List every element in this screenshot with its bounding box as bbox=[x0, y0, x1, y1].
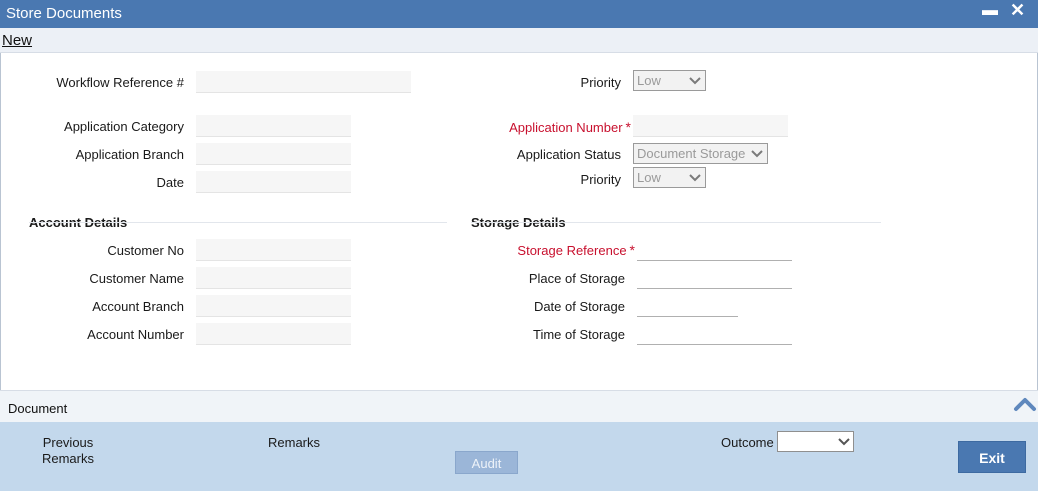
required-marker: * bbox=[629, 242, 635, 258]
storage-reference-label-text: Storage Reference bbox=[517, 243, 627, 258]
customer-no-field[interactable] bbox=[196, 239, 351, 261]
application-category-label: Application Category bbox=[64, 119, 184, 134]
audit-button[interactable]: Audit bbox=[455, 451, 518, 474]
application-branch-field[interactable] bbox=[196, 143, 351, 165]
previous-remarks-button[interactable]: Previous Remarks bbox=[30, 435, 106, 467]
account-number-label: Account Number bbox=[87, 327, 184, 342]
application-status-select[interactable]: Document Storage bbox=[633, 143, 768, 164]
new-link[interactable]: New bbox=[2, 32, 32, 49]
time-of-storage-label: Time of Storage bbox=[532, 327, 625, 342]
priority-label: Priority bbox=[580, 172, 621, 187]
workflow-reference-label: Workflow Reference # bbox=[56, 75, 184, 90]
previous-remarks-line2: Remarks bbox=[41, 451, 94, 466]
chevron-up-icon[interactable] bbox=[1013, 394, 1037, 414]
storage-reference-input[interactable] bbox=[637, 239, 792, 261]
place-of-storage-label: Place of Storage bbox=[528, 271, 625, 286]
application-number-label: Application Number * bbox=[471, 119, 631, 135]
customer-name-label: Customer Name bbox=[89, 271, 184, 286]
chevron-down-icon bbox=[689, 174, 701, 182]
previous-remarks-line1: Previous bbox=[42, 435, 94, 450]
document-label: Document bbox=[8, 401, 68, 416]
date-of-storage-input[interactable] bbox=[637, 295, 738, 317]
minimize-icon[interactable]: ▬ bbox=[982, 2, 998, 20]
application-status-value: Document Storage bbox=[637, 146, 746, 161]
exit-button[interactable]: Exit bbox=[958, 441, 1026, 473]
footer-bar: Previous Remarks Remarks Audit Outcome E… bbox=[0, 422, 1038, 491]
application-branch-label: Application Branch bbox=[75, 147, 184, 162]
application-category-field[interactable] bbox=[196, 115, 351, 137]
storage-details-divider bbox=[471, 222, 881, 223]
priority-label-top: Priority bbox=[580, 75, 621, 90]
priority-value: Low bbox=[637, 170, 661, 185]
place-of-storage-input[interactable] bbox=[637, 267, 792, 289]
required-marker: * bbox=[625, 119, 631, 135]
close-icon[interactable]: ✕ bbox=[1010, 0, 1025, 21]
account-branch-field[interactable] bbox=[196, 295, 351, 317]
outcome-select[interactable] bbox=[777, 431, 854, 452]
title-bar: Store Documents ▬ ✕ bbox=[0, 0, 1038, 28]
chevron-down-icon bbox=[689, 77, 701, 85]
time-of-storage-input[interactable] bbox=[637, 323, 792, 345]
date-field[interactable] bbox=[196, 171, 351, 193]
priority-value-top: Low bbox=[637, 73, 661, 88]
customer-name-field[interactable] bbox=[196, 267, 351, 289]
document-bar: Document bbox=[0, 390, 1038, 422]
account-number-field[interactable] bbox=[196, 323, 351, 345]
account-branch-label: Account Branch bbox=[92, 299, 184, 314]
workflow-reference-field[interactable] bbox=[196, 71, 411, 93]
application-status-label: Application Status bbox=[516, 147, 621, 162]
toolbar: New bbox=[0, 28, 1038, 53]
date-of-storage-label: Date of Storage bbox=[533, 299, 625, 314]
window-title: Store Documents bbox=[6, 5, 122, 22]
customer-no-label: Customer No bbox=[107, 243, 184, 258]
application-number-label-text: Application Number bbox=[509, 120, 623, 135]
chevron-down-icon bbox=[751, 150, 763, 158]
store-documents-form: Workflow Reference # Priority Low Applic… bbox=[0, 53, 1038, 390]
outcome-label: Outcome bbox=[721, 435, 774, 450]
chevron-down-icon bbox=[838, 438, 850, 446]
priority-select-top[interactable]: Low bbox=[633, 70, 706, 91]
remarks-button[interactable]: Remarks bbox=[268, 435, 320, 450]
priority-select[interactable]: Low bbox=[633, 167, 706, 188]
application-number-field[interactable] bbox=[633, 115, 788, 137]
date-label: Date bbox=[156, 175, 184, 190]
account-details-divider bbox=[29, 222, 447, 223]
storage-reference-label: Storage Reference * bbox=[471, 242, 635, 258]
